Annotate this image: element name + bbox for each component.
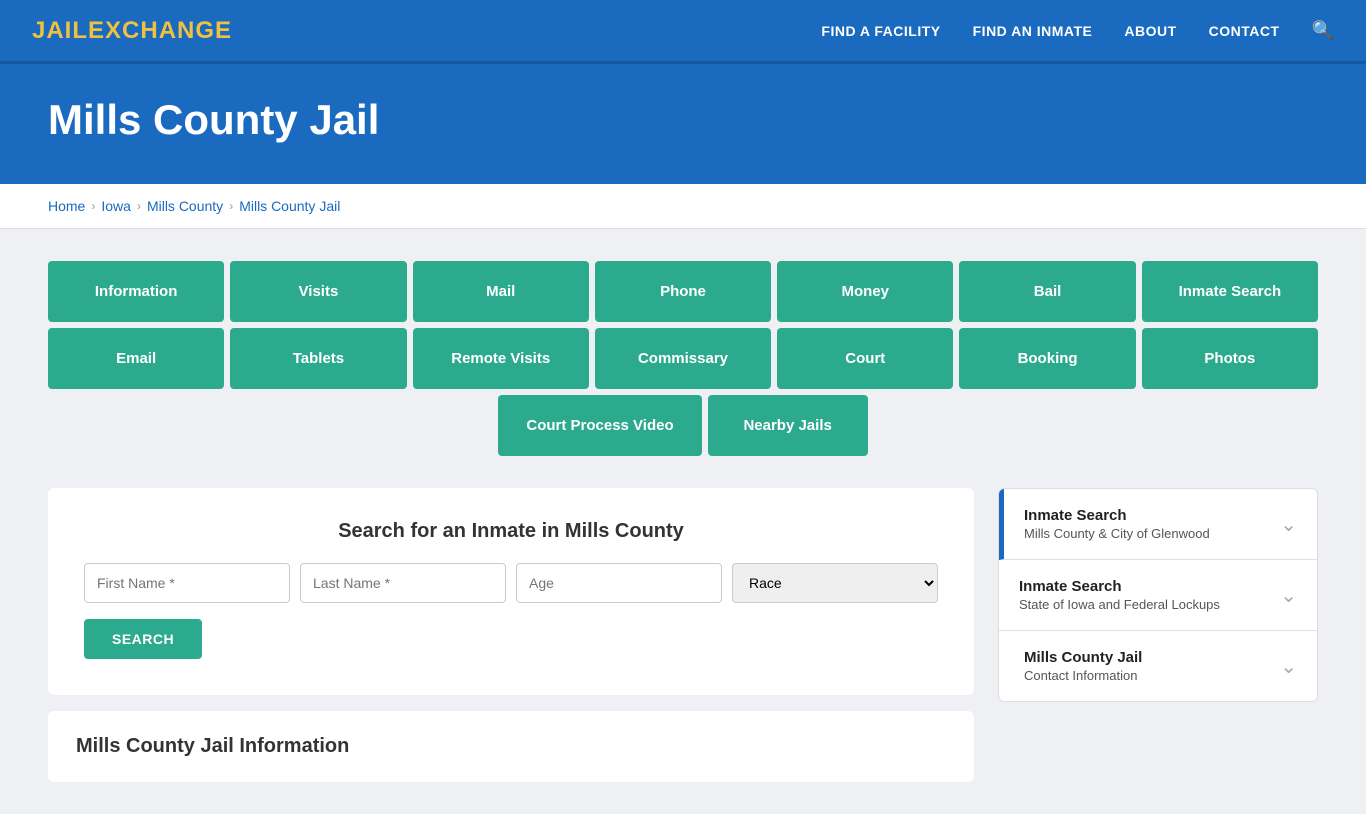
- sidebar-item-3-sub: Contact Information: [1024, 668, 1142, 683]
- navbar: JAILEXCHANGE FIND A FACILITY FIND AN INM…: [0, 0, 1366, 64]
- breadcrumb-iowa[interactable]: Iowa: [101, 198, 131, 214]
- sidebar-item-3-title: Mills County Jail: [1024, 649, 1142, 666]
- btn-mail[interactable]: Mail: [413, 261, 589, 322]
- age-input[interactable]: [516, 563, 722, 603]
- breadcrumb-county[interactable]: Mills County: [147, 198, 223, 214]
- btn-inmate-search[interactable]: Inmate Search: [1142, 261, 1318, 322]
- sidebar-item-2[interactable]: Inmate Search State of Iowa and Federal …: [999, 560, 1317, 631]
- breadcrumb-home[interactable]: Home: [48, 198, 85, 214]
- logo-jail: JAIL: [32, 17, 88, 44]
- chevron-down-icon-3: ⌄: [1280, 654, 1297, 679]
- btn-nearby-jails[interactable]: Nearby Jails: [708, 395, 868, 456]
- btn-phone[interactable]: Phone: [595, 261, 771, 322]
- btn-information[interactable]: Information: [48, 261, 224, 322]
- info-card: Mills County Jail Information: [48, 711, 974, 782]
- first-name-input[interactable]: [84, 563, 290, 603]
- site-logo[interactable]: JAILEXCHANGE: [32, 17, 232, 45]
- find-inmate-link[interactable]: FIND AN INMATE: [973, 23, 1093, 39]
- search-title: Search for an Inmate in Mills County: [84, 520, 938, 543]
- breadcrumb: Home › Iowa › Mills County › Mills Count…: [48, 198, 1318, 214]
- search-fields: Race White Black Hispanic Asian Other: [84, 563, 938, 603]
- btn-court[interactable]: Court: [777, 328, 953, 389]
- btn-tablets[interactable]: Tablets: [230, 328, 406, 389]
- search-button[interactable]: SEARCH: [84, 619, 202, 659]
- btn-money[interactable]: Money: [777, 261, 953, 322]
- last-name-input[interactable]: [300, 563, 506, 603]
- search-card: Search for an Inmate in Mills County Rac…: [48, 488, 974, 695]
- breadcrumb-sep-1: ›: [91, 199, 95, 213]
- find-facility-link[interactable]: FIND A FACILITY: [821, 23, 940, 39]
- main-content: Information Visits Mail Phone Money Bail…: [0, 229, 1366, 814]
- sidebar: Inmate Search Mills County & City of Gle…: [998, 488, 1318, 702]
- page-title: Mills County Jail: [48, 96, 1318, 144]
- chevron-down-icon-2: ⌄: [1280, 583, 1297, 608]
- sidebar-item-1-sub: Mills County & City of Glenwood: [1024, 526, 1210, 541]
- sidebar-item-3-text: Mills County Jail Contact Information: [1024, 649, 1142, 683]
- btn-booking[interactable]: Booking: [959, 328, 1135, 389]
- race-select[interactable]: Race White Black Hispanic Asian Other: [732, 563, 938, 603]
- sidebar-item-1-text: Inmate Search Mills County & City of Gle…: [1024, 507, 1210, 541]
- search-icon[interactable]: 🔍: [1312, 20, 1334, 41]
- about-link[interactable]: ABOUT: [1124, 23, 1176, 39]
- button-grid-row2: Email Tablets Remote Visits Commissary C…: [48, 328, 1318, 389]
- breadcrumb-bar: Home › Iowa › Mills County › Mills Count…: [0, 184, 1366, 229]
- btn-court-process-video[interactable]: Court Process Video: [498, 395, 701, 456]
- chevron-down-icon-1: ⌄: [1280, 512, 1297, 537]
- lower-section: Search for an Inmate in Mills County Rac…: [48, 488, 1318, 782]
- sidebar-item-2-sub: State of Iowa and Federal Lockups: [1019, 597, 1220, 612]
- btn-commissary[interactable]: Commissary: [595, 328, 771, 389]
- btn-remote-visits[interactable]: Remote Visits: [413, 328, 589, 389]
- logo-exchange: EXCHANGE: [88, 17, 232, 44]
- btn-photos[interactable]: Photos: [1142, 328, 1318, 389]
- sidebar-item-2-text: Inmate Search State of Iowa and Federal …: [1019, 578, 1220, 612]
- btn-bail[interactable]: Bail: [959, 261, 1135, 322]
- btn-email[interactable]: Email: [48, 328, 224, 389]
- btn-visits[interactable]: Visits: [230, 261, 406, 322]
- info-title: Mills County Jail Information: [76, 735, 946, 758]
- breadcrumb-sep-2: ›: [137, 199, 141, 213]
- button-grid-row1: Information Visits Mail Phone Money Bail…: [48, 261, 1318, 322]
- breadcrumb-sep-3: ›: [229, 199, 233, 213]
- sidebar-item-1-title: Inmate Search: [1024, 507, 1210, 524]
- sidebar-item-2-title: Inmate Search: [1019, 578, 1220, 595]
- contact-link[interactable]: CONTACT: [1209, 23, 1280, 39]
- button-grid-row3: Court Process Video Nearby Jails: [48, 395, 1318, 456]
- hero-section: Mills County Jail: [0, 64, 1366, 184]
- breadcrumb-current: Mills County Jail: [239, 198, 340, 214]
- sidebar-item-3[interactable]: Mills County Jail Contact Information ⌄: [999, 631, 1317, 701]
- nav-links: FIND A FACILITY FIND AN INMATE ABOUT CON…: [821, 20, 1334, 41]
- sidebar-item-1[interactable]: Inmate Search Mills County & City of Gle…: [999, 489, 1317, 560]
